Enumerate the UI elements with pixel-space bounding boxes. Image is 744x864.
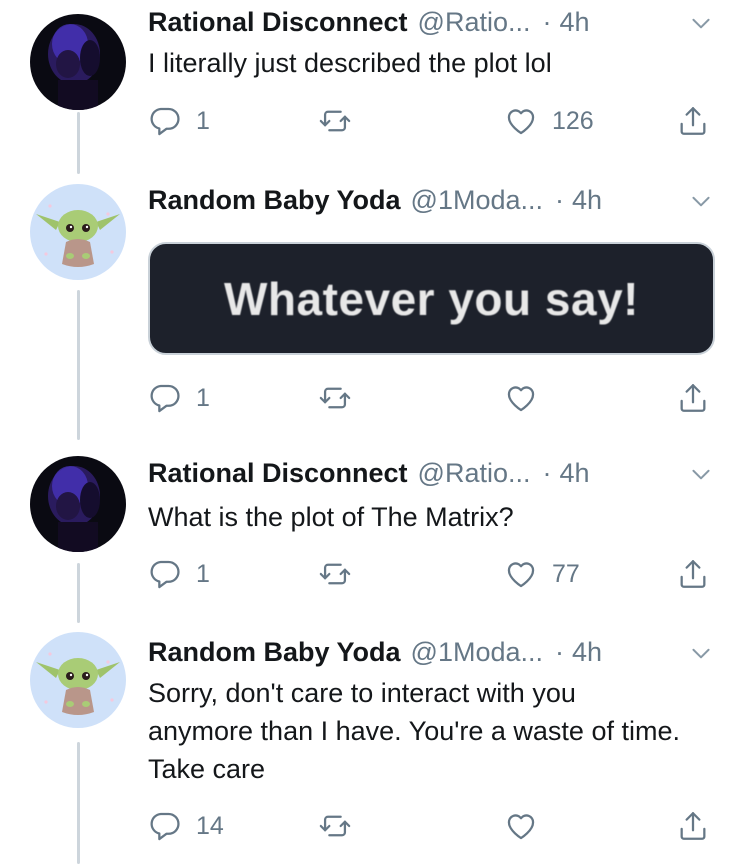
tweet[interactable]: Rational Disconnect @Ratio... · 4h What … <box>0 450 744 630</box>
user-handle[interactable]: @1Moda... <box>411 634 543 670</box>
reply-count: 1 <box>196 383 210 412</box>
timestamp[interactable]: 4h <box>560 455 590 491</box>
user-handle[interactable]: @1Moda... <box>411 182 543 218</box>
heart-icon <box>504 557 538 591</box>
heart-icon <box>504 381 538 415</box>
separator-dot: · <box>555 185 565 215</box>
share-icon <box>676 104 710 138</box>
reply-icon <box>148 809 182 843</box>
display-name[interactable]: Random Baby Yoda <box>148 182 401 218</box>
retweet-button[interactable] <box>318 378 352 418</box>
retweet-icon <box>318 557 352 591</box>
tweet-text: What is the plot of The Matrix? <box>148 502 514 532</box>
tweet-text: Sorry, don't care to interact with you a… <box>148 678 680 784</box>
like-button[interactable] <box>504 378 538 418</box>
media-image[interactable]: Whatever you say! <box>148 242 715 355</box>
like-count: 77 <box>552 559 580 588</box>
share-button[interactable] <box>676 554 710 594</box>
chevron-down-icon[interactable] <box>688 461 714 487</box>
avatar[interactable] <box>30 632 126 728</box>
tweet-actions: 14 <box>148 806 718 846</box>
share-button[interactable] <box>676 378 710 418</box>
baby-yoda-avatar-icon <box>30 184 126 280</box>
media-caption: Whatever you say! <box>224 272 639 325</box>
reply-button[interactable]: 1 <box>148 101 210 141</box>
reply-count: 1 <box>196 106 210 135</box>
tweet[interactable]: Random Baby Yoda @1Moda... · 4h Whatever… <box>0 170 744 450</box>
tweet[interactable]: Random Baby Yoda @1Moda... · 4h Sorry, d… <box>0 630 744 864</box>
reply-button[interactable]: 1 <box>148 378 210 418</box>
tweet[interactable]: Rational Disconnect @Ratio... · 4h I lit… <box>0 0 744 170</box>
reply-button[interactable]: 1 <box>148 554 210 594</box>
separator-dot: · <box>555 637 565 667</box>
avatar-portrait-icon <box>30 456 126 552</box>
separator-dot: · <box>542 7 552 37</box>
share-button[interactable] <box>676 806 710 846</box>
reply-button[interactable]: 14 <box>148 806 224 846</box>
display-name[interactable]: Rational Disconnect <box>148 455 408 491</box>
like-count: 126 <box>552 106 594 135</box>
tweet-actions: 1 126 <box>148 101 718 141</box>
retweet-button[interactable] <box>318 101 352 141</box>
display-name[interactable]: Random Baby Yoda <box>148 634 401 670</box>
like-button[interactable]: 126 <box>504 101 594 141</box>
tweet-header: Rational Disconnect @Ratio... · 4h <box>148 455 714 491</box>
reply-count: 14 <box>196 811 224 840</box>
heart-icon <box>504 809 538 843</box>
timestamp[interactable]: 4h <box>572 634 602 670</box>
retweet-button[interactable] <box>318 806 352 846</box>
retweet-icon <box>318 104 352 138</box>
timestamp[interactable]: 4h <box>560 4 590 40</box>
reply-icon <box>148 381 182 415</box>
user-handle[interactable]: @Ratio... <box>418 4 531 40</box>
avatar[interactable] <box>30 456 126 552</box>
tweet-actions: 1 <box>148 378 718 418</box>
user-handle[interactable]: @Ratio... <box>418 455 531 491</box>
separator-dot: · <box>542 458 552 488</box>
avatar[interactable] <box>30 14 126 110</box>
baby-yoda-avatar-icon <box>30 632 126 728</box>
share-icon <box>676 809 710 843</box>
retweet-button[interactable] <box>318 554 352 594</box>
tweet-header: Rational Disconnect @Ratio... · 4h <box>148 4 714 40</box>
like-button[interactable] <box>504 806 538 846</box>
chevron-down-icon[interactable] <box>688 640 714 666</box>
avatar[interactable] <box>30 184 126 280</box>
tweet-header: Random Baby Yoda @1Moda... · 4h <box>148 182 714 218</box>
tweet-header: Random Baby Yoda @1Moda... · 4h <box>148 634 714 670</box>
like-button[interactable]: 77 <box>504 554 580 594</box>
share-icon <box>676 557 710 591</box>
share-button[interactable] <box>676 101 710 141</box>
avatar-portrait-icon <box>30 14 126 110</box>
retweet-icon <box>318 809 352 843</box>
share-icon <box>676 381 710 415</box>
reply-icon <box>148 557 182 591</box>
heart-icon <box>504 104 538 138</box>
retweet-icon <box>318 381 352 415</box>
chevron-down-icon[interactable] <box>688 10 714 36</box>
display-name[interactable]: Rational Disconnect <box>148 4 408 40</box>
tweet-text: I literally just described the plot lol <box>148 48 552 78</box>
reply-count: 1 <box>196 559 210 588</box>
timestamp[interactable]: 4h <box>572 182 602 218</box>
chevron-down-icon[interactable] <box>688 188 714 214</box>
tweet-actions: 1 77 <box>148 554 718 594</box>
reply-icon <box>148 104 182 138</box>
